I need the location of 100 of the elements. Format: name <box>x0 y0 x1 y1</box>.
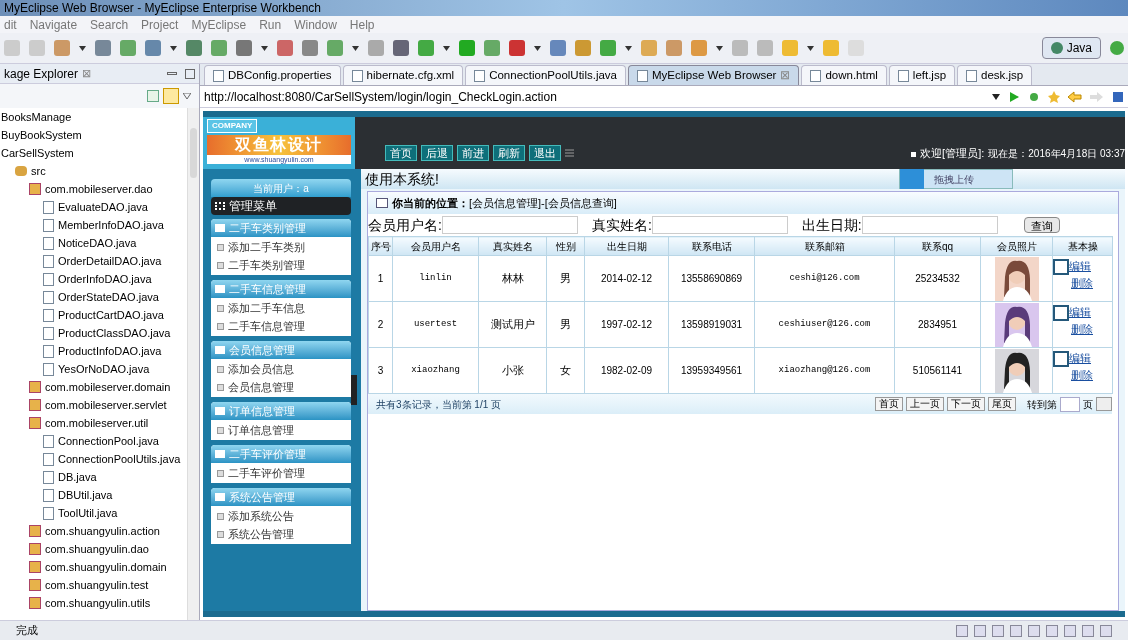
dropdown-icon[interactable] <box>443 45 450 51</box>
pager-button[interactable]: 首页 <box>875 397 903 411</box>
menu-item[interactable]: dit <box>4 15 17 34</box>
tree-item[interactable]: MemberInfoDAO.java <box>58 216 164 234</box>
stop-icon[interactable] <box>1112 90 1124 103</box>
column-header: 联系电话 <box>668 236 755 256</box>
editor-tab[interactable]: desk.jsp <box>957 65 1033 85</box>
tree-item[interactable]: OrderDetailDAO.java <box>58 252 162 270</box>
star-icon[interactable] <box>1048 90 1060 103</box>
menu-link[interactable]: 二手车信息管理 <box>228 317 305 335</box>
scrollbar[interactable] <box>187 108 199 620</box>
editor-tab[interactable]: ConnectionPoolUtils.java <box>465 65 626 85</box>
nav-button[interactable]: 后退 <box>421 145 453 161</box>
editor-tab[interactable]: MyEclipse Web Browser ⊠ <box>628 65 800 85</box>
text-field[interactable] <box>651 216 788 234</box>
edit-link[interactable]: 编辑 <box>1069 258 1091 275</box>
nav-button[interactable]: 前进 <box>457 145 489 161</box>
menu-item[interactable]: Search <box>90 15 129 34</box>
tree-item[interactable]: ConnectionPoolUtils.java <box>58 450 181 468</box>
editor-tab[interactable]: down.html <box>801 65 887 85</box>
tree-item[interactable]: com.shuangyulin.test <box>45 576 149 594</box>
menu-link[interactable]: 会员信息管理 <box>228 378 294 396</box>
menu-link[interactable]: 添加二手车信息 <box>228 299 305 317</box>
collapse-handle[interactable] <box>351 375 357 405</box>
delete-link[interactable]: 删除 <box>1071 368 1093 381</box>
tree-item[interactable]: ToolUtil.java <box>58 504 118 522</box>
tree-item[interactable]: com.mobileserver.domain <box>45 378 171 396</box>
delete-link[interactable]: 删除 <box>1071 322 1093 335</box>
editor-tab[interactable]: hibernate.cfg.xml <box>342 65 464 85</box>
tree-item[interactable]: com.mobileserver.servlet <box>45 396 167 414</box>
dropdown-icon[interactable] <box>261 45 268 51</box>
menu-link[interactable]: 二手车类别管理 <box>228 256 305 274</box>
maximize-icon[interactable] <box>185 68 195 79</box>
nav-button[interactable]: 退出 <box>529 145 561 161</box>
column-header: 真实姓名 <box>478 236 547 256</box>
panel-icon <box>215 224 225 232</box>
menu-link[interactable]: 添加二手车类别 <box>228 238 305 256</box>
table-cell: ceshiuser@126.com <box>778 318 871 329</box>
dropdown-icon[interactable] <box>534 45 541 51</box>
tree-item[interactable]: ProductInfoDAO.java <box>58 342 162 360</box>
dropdown-icon[interactable] <box>625 45 632 51</box>
tree-item[interactable]: src <box>31 162 46 180</box>
nav-button[interactable]: 首页 <box>385 145 417 161</box>
menu-link[interactable]: 添加会员信息 <box>228 360 294 378</box>
tree-item[interactable]: ConnectionPool.java <box>58 432 159 450</box>
menu-item[interactable]: Run <box>259 15 282 34</box>
tree-item[interactable]: BooksManage <box>1 108 72 126</box>
dropdown-icon[interactable] <box>992 93 1000 100</box>
table-cell: 小张 <box>501 364 524 377</box>
tree-item[interactable]: ProductCartDAO.java <box>58 306 164 324</box>
dropdown-icon[interactable] <box>79 45 86 51</box>
tree-item[interactable]: OrderInfoDAO.java <box>58 270 152 288</box>
pager-button[interactable]: 上一页 <box>906 397 944 411</box>
menu-link[interactable]: 二手车评价管理 <box>228 464 305 482</box>
dropdown-icon[interactable] <box>352 45 359 51</box>
editor-tab[interactable]: left.jsp <box>888 65 956 85</box>
nav-button[interactable]: 刷新 <box>493 145 525 161</box>
tree-item[interactable]: com.shuangyulin.action <box>45 522 160 540</box>
text-field[interactable] <box>441 216 578 234</box>
tree-item[interactable]: CarSellSystem <box>1 144 74 162</box>
tree-item[interactable]: ProductClassDAO.java <box>58 324 171 342</box>
menu-icon[interactable] <box>565 149 574 157</box>
menu-item[interactable]: MyEclipse <box>191 15 247 34</box>
tree-item[interactable]: DB.java <box>58 468 97 486</box>
edit-link[interactable]: 编辑 <box>1069 350 1091 367</box>
tree-item[interactable]: com.shuangyulin.dao <box>45 540 149 558</box>
tree-item[interactable]: com.mobileserver.util <box>45 414 149 432</box>
pager-button[interactable]: 下一页 <box>947 397 985 411</box>
query-button[interactable]: 查询 <box>1023 217 1060 233</box>
menu-item[interactable]: Project <box>141 15 179 34</box>
text-field[interactable] <box>861 216 998 234</box>
dropdown-icon[interactable] <box>170 45 177 51</box>
menu-item[interactable]: Help <box>349 15 375 34</box>
tree-item[interactable]: NoticeDAO.java <box>58 234 137 252</box>
menu-link[interactable]: 系统公告管理 <box>228 525 294 543</box>
pager-button[interactable]: 尾页 <box>988 397 1016 411</box>
tree-item[interactable]: OrderStateDAO.java <box>58 288 159 306</box>
editor-tab[interactable]: DBConfig.properties <box>204 65 341 85</box>
delete-link[interactable]: 删除 <box>1071 276 1093 289</box>
tree-item[interactable]: com.shuangyulin.utils <box>45 594 151 612</box>
tree-item[interactable]: DBUtil.java <box>58 486 113 504</box>
tree-item[interactable]: YesOrNoDAO.java <box>58 360 150 378</box>
menu-item[interactable]: Navigate <box>29 15 78 34</box>
menu-link[interactable]: 添加系统公告 <box>228 507 294 525</box>
edit-link[interactable]: 编辑 <box>1069 304 1091 321</box>
menu-item[interactable]: Window <box>294 15 337 34</box>
minimize-icon[interactable] <box>167 72 177 75</box>
page-field[interactable] <box>1060 396 1080 412</box>
tree-item[interactable]: EvaluateDAO.java <box>58 198 148 216</box>
perspective-button[interactable]: Java <box>1041 37 1101 59</box>
dropdown-icon[interactable] <box>807 45 814 51</box>
tree-item[interactable]: com.shuangyulin.domain <box>45 558 167 576</box>
upload-button[interactable]: 拖拽上传 <box>899 169 1013 189</box>
table-cell: 1997-02-12 <box>600 319 653 330</box>
table-cell: 女 <box>560 364 571 377</box>
tree-item[interactable]: com.mobileserver.dao <box>45 180 153 198</box>
bullet-icon <box>217 304 224 312</box>
menu-link[interactable]: 订单信息管理 <box>228 421 294 439</box>
dropdown-icon[interactable] <box>716 45 723 51</box>
tree-item[interactable]: BuyBookSystem <box>1 126 82 144</box>
